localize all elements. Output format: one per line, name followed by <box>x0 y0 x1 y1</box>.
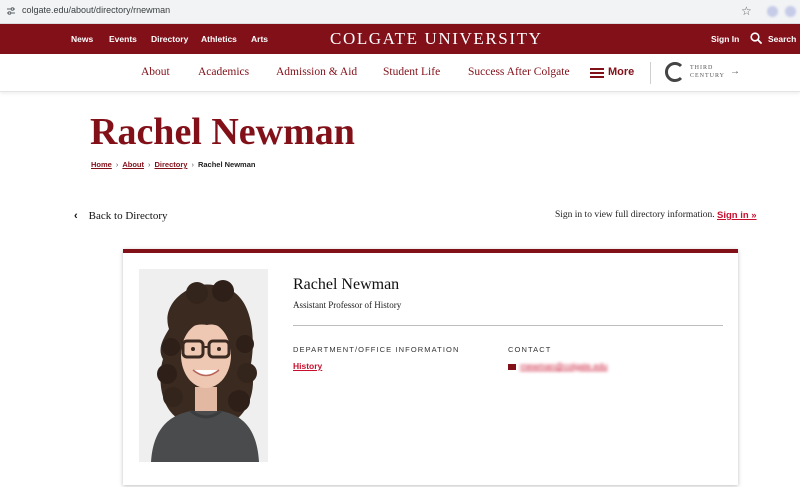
signin-link-top[interactable]: Sign In <box>711 34 739 44</box>
site-settings-icon[interactable] <box>6 6 16 16</box>
profile-icon[interactable] <box>785 6 796 17</box>
third-century-label[interactable]: THIRD CENTURY <box>690 64 725 80</box>
arrow-right-icon[interactable]: → <box>730 66 740 77</box>
signin-note: Sign in to view full directory informati… <box>555 210 715 220</box>
page-title: Rachel Newman <box>90 111 355 153</box>
search-icon[interactable] <box>750 32 762 44</box>
university-wordmark[interactable]: COLGATE UNIVERSITY <box>330 29 542 49</box>
nav-item-about[interactable]: About <box>141 66 170 78</box>
envelope-icon <box>508 364 516 370</box>
breadcrumb-directory[interactable]: Directory <box>155 160 188 169</box>
breadcrumb-about[interactable]: About <box>122 160 144 169</box>
profile-name: Rachel Newman <box>293 276 400 293</box>
utility-link-news[interactable]: News <box>71 34 93 44</box>
main-nav: About Academics Admission & Aid Student … <box>0 54 800 92</box>
bookmark-star-icon[interactable]: ☆ <box>741 3 752 19</box>
utility-bar: News Events Directory Athletics Arts COL… <box>0 24 800 54</box>
third-century-logo-icon[interactable] <box>664 61 686 83</box>
breadcrumb-separator: › <box>191 160 194 169</box>
nav-item-admission-aid[interactable]: Admission & Aid <box>276 66 357 78</box>
profile-position: Assistant Professor of History <box>293 300 402 310</box>
email-link[interactable]: rnewman@colgate.edu <box>520 361 608 371</box>
nav-divider <box>650 62 651 84</box>
breadcrumb-separator: › <box>115 160 119 169</box>
browser-address-bar: colgate.edu/about/directory/rnewman ☆ <box>0 0 800 24</box>
nav-item-success-after-colgate[interactable]: Success After Colgate <box>468 66 570 78</box>
breadcrumb: Home › About › Directory › Rachel Newman <box>91 160 255 169</box>
card-divider <box>293 325 723 326</box>
utility-link-directory[interactable]: Directory <box>151 34 188 44</box>
utility-link-events[interactable]: Events <box>109 34 137 44</box>
third-century-line-2: CENTURY <box>690 73 726 79</box>
back-to-directory-link[interactable]: ‹ Back to Directory <box>74 210 167 222</box>
chevron-left-icon: ‹ <box>74 210 78 222</box>
department-heading: DEPARTMENT/OFFICE INFORMATION <box>293 345 460 354</box>
nav-item-student-life[interactable]: Student Life <box>383 66 440 78</box>
search-label[interactable]: Search <box>768 34 796 44</box>
profile-photo <box>139 269 268 462</box>
hamburger-menu-icon[interactable] <box>590 68 604 78</box>
breadcrumb-current: Rachel Newman <box>197 160 256 169</box>
back-to-directory-label: Back to Directory <box>88 210 168 222</box>
profile-card: Rachel Newman Assistant Professor of His… <box>123 249 738 485</box>
third-century-line-1: THIRD <box>690 65 714 71</box>
utility-link-athletics[interactable]: Athletics <box>201 34 237 44</box>
signin-link[interactable]: Sign in » <box>717 210 757 221</box>
more-menu-button[interactable]: More <box>608 66 634 78</box>
contact-heading: CONTACT <box>508 345 552 354</box>
utility-link-arts[interactable]: Arts <box>251 34 268 44</box>
url-field[interactable]: colgate.edu/about/directory/rnewman <box>22 5 170 15</box>
breadcrumb-home[interactable]: Home <box>91 160 112 169</box>
department-link[interactable]: History <box>293 361 322 371</box>
nav-item-academics[interactable]: Academics <box>198 66 249 78</box>
extension-icon[interactable] <box>767 6 778 17</box>
breadcrumb-separator: › <box>148 160 151 169</box>
